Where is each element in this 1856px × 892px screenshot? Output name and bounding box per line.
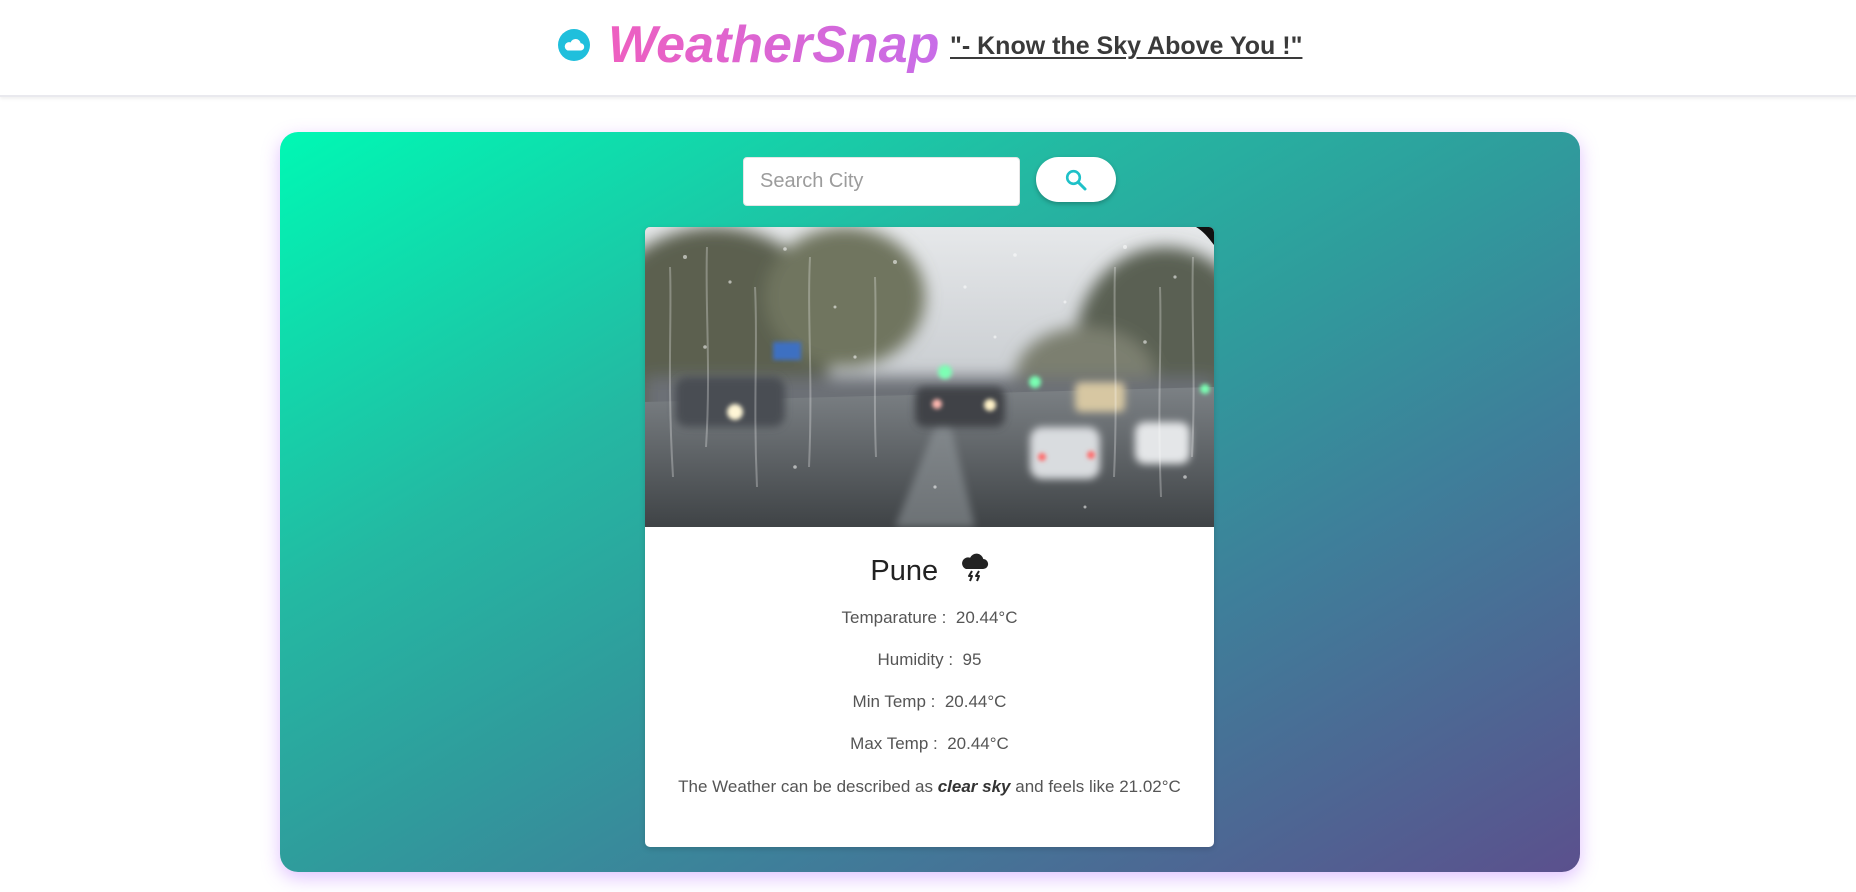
max-temp-value: 20.44°C [947,734,1009,753]
search-city-input[interactable] [743,157,1020,206]
min-temp-value: 20.44°C [944,692,1007,711]
min-temp-stat: Min Temp : 20.44°C [645,691,1214,713]
description-prefix: The Weather can be described as [678,777,938,796]
brand-title: WeatherSnap [608,16,940,74]
min-temp-label: Min Temp : [852,692,936,711]
humidity-value: 95 [962,650,982,669]
temperature-value: 20.44°C [955,608,1018,627]
feels-like-value: 21.02°C [1119,777,1181,796]
city-heading: Pune [645,549,1214,593]
tagline: "- Know the Sky Above You !" [950,32,1303,60]
max-temp-stat: Max Temp : 20.44°C [645,733,1214,755]
temperature-label: Temparature : [841,608,947,627]
search-button[interactable] [1036,157,1116,202]
description-middle: and feels like [1010,777,1120,796]
thunderstorm-cloud-icon [961,553,988,582]
weather-photo [645,227,1214,527]
temperature-stat: Temparature : 20.44°C [645,607,1214,629]
weather-card: Pune Temparature : 20.44°C Humidity : 95… [645,227,1214,847]
humidity-stat: Humidity : 95 [645,649,1214,671]
max-temp-label: Max Temp : [850,734,938,753]
city-name: Pune [870,555,939,587]
description-condition: clear sky [937,777,1011,796]
cloud-icon [558,29,590,61]
humidity-label: Humidity : [877,650,954,669]
weather-description: The Weather can be described as clear sk… [645,776,1214,798]
search-icon [1065,169,1087,190]
top-navbar: WeatherSnap "- Know the Sky Above You !" [0,0,1856,97]
